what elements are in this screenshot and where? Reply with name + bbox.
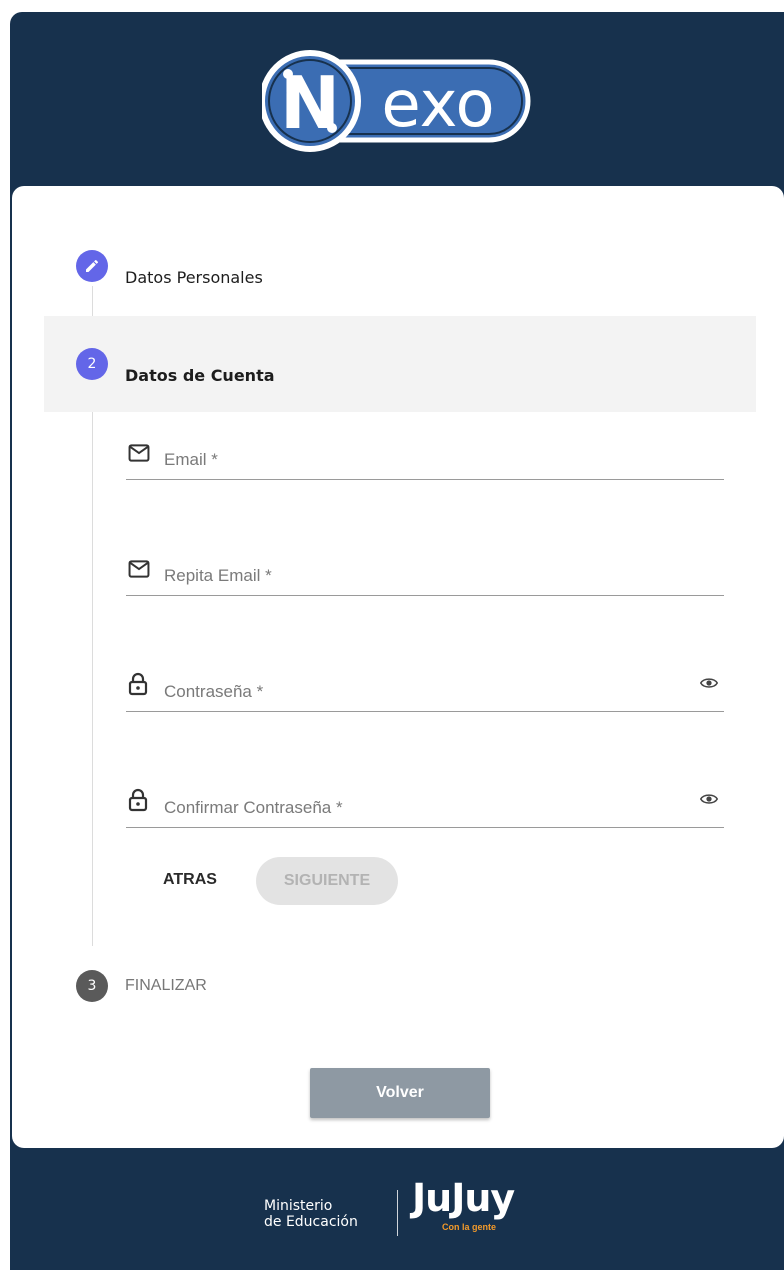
footer-divider: [397, 1190, 398, 1236]
password-field[interactable]: Contraseña *: [126, 656, 724, 712]
logo-text: exo: [381, 68, 494, 142]
step-2-label[interactable]: Datos de Cuenta: [125, 366, 275, 385]
header: N exo: [10, 12, 784, 188]
footer: Ministerio de Educación JuJuy Con la gen…: [10, 1148, 784, 1270]
return-button[interactable]: Volver: [310, 1068, 490, 1118]
jujuy-tagline: Con la gente: [442, 1222, 497, 1232]
step-3-label[interactable]: FINALIZAR: [125, 977, 207, 995]
pencil-icon: [86, 259, 99, 272]
confirm-password-field[interactable]: Confirmar Contraseña *: [126, 772, 724, 828]
eye-icon[interactable]: [700, 676, 718, 690]
stepper-connector: [92, 412, 93, 946]
repeat-email-label: Repita Email *: [164, 566, 272, 585]
step-1-done-circle: [76, 250, 108, 282]
ministry-line-2: de Educación: [264, 1214, 358, 1230]
mail-icon: [128, 444, 150, 462]
eye-icon[interactable]: [700, 792, 718, 806]
email-label: Email *: [164, 450, 218, 469]
stepper-connector: [92, 286, 93, 316]
jujuy-logo: JuJuy: [412, 1176, 515, 1220]
nexo-logo: N exo: [262, 50, 531, 152]
step-1-label[interactable]: Datos Personales: [125, 268, 263, 287]
next-button[interactable]: SIGUIENTE: [256, 857, 398, 905]
ministry-line-1: Ministerio: [264, 1198, 333, 1214]
register-card: Datos Personales 2 Datos de Cuenta Email…: [12, 186, 784, 1148]
app-frame: N exo Datos Personales 2 Datos de Cuenta…: [10, 12, 784, 1270]
email-field[interactable]: Email *: [126, 424, 724, 480]
confirm-password-label: Confirmar Contraseña *: [164, 798, 343, 817]
lock-icon: [128, 672, 148, 696]
mail-icon: [128, 560, 150, 578]
back-button[interactable]: ATRAS: [152, 858, 228, 902]
repeat-email-field[interactable]: Repita Email *: [126, 540, 724, 596]
ministry-name: Ministerio de Educación: [264, 1198, 358, 1230]
step-2-header[interactable]: [44, 316, 756, 412]
step-3-circle: 3: [76, 970, 108, 1002]
password-label: Contraseña *: [164, 682, 264, 701]
lock-icon: [128, 788, 148, 812]
step-2-circle: 2: [76, 348, 108, 380]
